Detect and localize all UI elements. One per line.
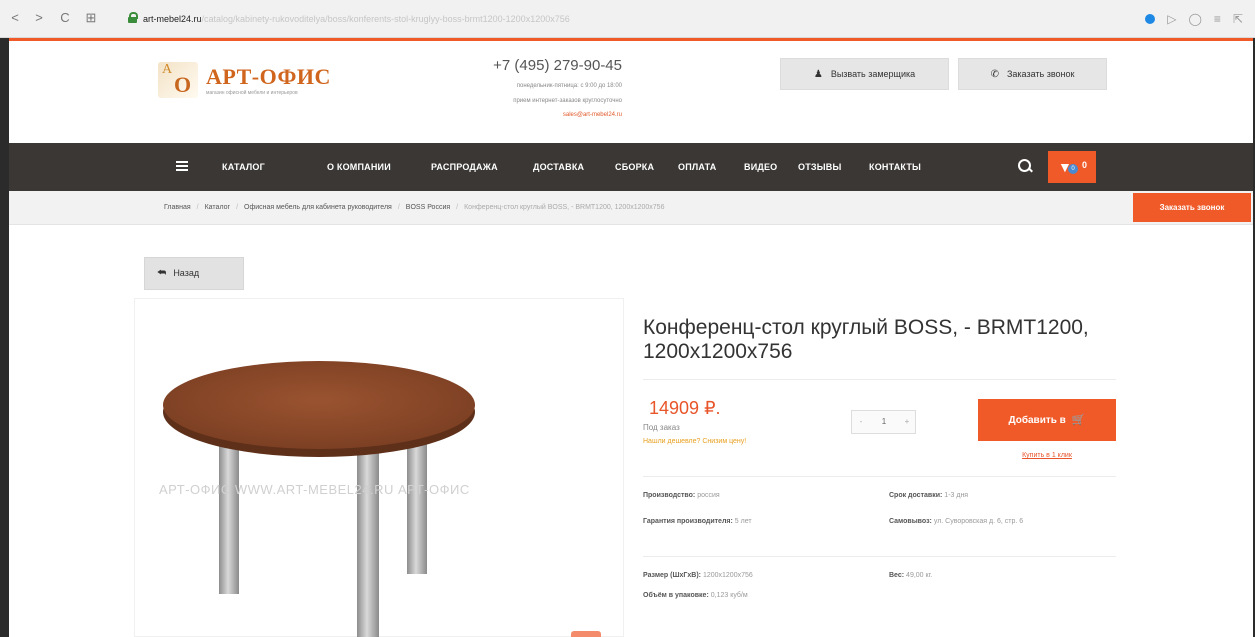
quantity-increase-button[interactable]: + <box>898 411 916 433</box>
nav-item-payment[interactable]: ОПЛАТА <box>678 143 716 191</box>
specs-block-main: Производство: россия Срок доставки: 1-3 … <box>643 477 1116 557</box>
breadcrumb-current: Конференц-стол круглый BOSS, - BRMT1200,… <box>464 204 665 211</box>
buy-one-click-link[interactable]: Купить в 1 клик <box>978 452 1116 459</box>
back-button-label: Назад <box>173 268 200 278</box>
extension-icon[interactable] <box>1145 14 1156 24</box>
price-block: 14909 ₽. Под заказ Нашли дешевле? Снизим… <box>643 379 1116 477</box>
cart-icon: 🛒 <box>1071 414 1086 426</box>
frame-left <box>0 38 9 637</box>
nav-item-catalog[interactable]: КАТАЛОГ <box>222 143 265 191</box>
back-button[interactable]: ⮪ Назад <box>144 257 244 290</box>
call-measurer-label: Вызвать замерщика <box>830 69 916 79</box>
spec-manufacturer: Производство: россия <box>643 492 720 499</box>
site-logo[interactable]: A O АРТ-ОФИС магазин офисной мебели и ин… <box>158 62 368 102</box>
top-accent-rule <box>9 38 1253 41</box>
menu-burger-icon[interactable] <box>176 161 188 171</box>
nav-item-video[interactable]: ВИДЕО <box>744 143 777 191</box>
cart-badge: 0 <box>1068 164 1078 174</box>
nav-item-about[interactable]: О КОМПАНИИ <box>327 143 391 191</box>
breadcrumb-brand[interactable]: BOSS Россия <box>406 204 450 211</box>
browser-toolbar: < > C ⊞ art-mebel24.ru/catalog/kabinety-… <box>0 0 1255 38</box>
order-callback-label: Заказать звонок <box>1006 69 1075 79</box>
nav-item-sale[interactable]: РАСПРОДАЖА <box>431 143 498 191</box>
search-icon[interactable] <box>1017 158 1033 174</box>
quantity-stepper[interactable]: - 1 + <box>851 410 916 434</box>
logo-mark-icon: A O <box>158 62 198 98</box>
menu-icon[interactable]: ≡ <box>1214 12 1221 26</box>
browser-back-icon[interactable]: < <box>6 9 24 27</box>
quantity-decrease-button[interactable]: - <box>852 411 870 433</box>
product-price: 14909 ₽. <box>649 398 721 418</box>
apps-grid-icon[interactable]: ⊞ <box>82 9 100 27</box>
breadcrumb: Главная / Каталог / Офисная мебель для кабин… <box>164 204 665 211</box>
phone-number[interactable]: +7 (495) 279-90-45 <box>437 57 622 74</box>
breadcrumb-category[interactable]: Офисная мебель для кабинета руководителя <box>244 204 392 211</box>
nav-item-assembly[interactable]: СБОРКА <box>615 143 654 191</box>
quantity-value[interactable]: 1 <box>870 411 898 433</box>
email-link[interactable]: sales@art-mebel24.ru <box>414 112 622 118</box>
nav-item-reviews[interactable]: ОТЗЫВЫ <box>798 143 841 191</box>
spec-volume: Объём в упаковке: 0,123 куб/м <box>643 592 748 599</box>
lock-icon <box>128 12 138 23</box>
add-to-cart-button[interactable]: Добавить в 🛒 <box>978 399 1116 441</box>
orders-note: прием интернет-заказов круглосуточно <box>513 98 622 104</box>
table-illustration <box>163 361 475 637</box>
currency-symbol: ₽. <box>704 398 721 418</box>
url-domain: art-mebel24.ru <box>143 14 202 24</box>
product-title: Конференц-стол круглый BOSS, - BRMT1200,… <box>643 316 1089 363</box>
logo-subtitle: магазин офисной мебели и интерьеров <box>206 90 298 96</box>
share-icon[interactable]: ⇱ <box>1233 12 1243 26</box>
add-to-cart-label: Добавить в <box>1008 415 1066 426</box>
call-measurer-button[interactable]: ♟ Вызвать замерщика <box>780 58 949 90</box>
person-icon: ♟ <box>813 69 823 80</box>
reply-arrow-icon: ⮪ <box>157 268 167 279</box>
main-navigation: КАТАЛОГ О КОМПАНИИ РАСПРОДАЖА ДОСТАВКА С… <box>9 143 1253 191</box>
cart-count: 0 <box>1082 160 1088 170</box>
phone-icon: ✆ <box>990 69 999 80</box>
logo-title: АРТ-ОФИС <box>206 64 331 89</box>
browser-right-icons: ▷ ◯ ≡ ⇱ <box>1145 10 1243 28</box>
reload-icon[interactable]: C <box>56 9 74 27</box>
image-watermark: АРТ-ОФИС WWW.ART-MEBEL24.RU АРТ-ОФИС <box>159 482 470 497</box>
url-path: /catalog/kabinety-rukovoditelya/boss/kon… <box>201 14 570 24</box>
address-bar[interactable]: art-mebel24.ru/catalog/kabinety-rukovodi… <box>143 9 1093 29</box>
spec-weight: Вес: 49,00 кг. <box>889 572 933 579</box>
breadcrumb-home[interactable]: Главная <box>164 204 191 211</box>
product-image[interactable]: АРТ-ОФИС WWW.ART-MEBEL24.RU АРТ-ОФИС <box>134 298 624 637</box>
play-icon[interactable]: ▷ <box>1167 12 1176 26</box>
nav-item-delivery[interactable]: ДОСТАВКА <box>533 143 584 191</box>
found-cheaper-link[interactable]: Нашли дешевле? Снизим цену! <box>643 438 746 445</box>
order-callback-button[interactable]: ✆ Заказать звонок <box>958 58 1107 90</box>
image-zoom-tab[interactable] <box>571 631 601 637</box>
floating-callback-button[interactable]: Заказать звонок <box>1133 193 1251 222</box>
spec-size: Размер (ШхГхВ): 1200x1200x756 <box>643 572 753 579</box>
breadcrumb-catalog[interactable]: Каталог <box>205 204 230 211</box>
breadcrumb-bar: Главная / Каталог / Офисная мебель для кабин… <box>9 191 1253 225</box>
spec-pickup: Самовывоз: ул. Суворовская д. 6, стр. 6 <box>889 518 1024 525</box>
spec-delivery: Срок доставки: 1-3 дня <box>889 492 969 499</box>
working-hours: понедельник-пятница: с 9:00 до 18:00 <box>516 83 622 89</box>
circle-icon[interactable]: ◯ <box>1188 12 1201 26</box>
spec-warranty: Гарантия производителя: 5 лет <box>643 518 752 525</box>
stock-status: Под заказ <box>643 423 680 432</box>
nav-item-contacts[interactable]: КОНТАКТЫ <box>869 143 921 191</box>
cart-button[interactable]: ▼ 0 0 <box>1048 151 1096 183</box>
browser-forward-icon[interactable]: > <box>30 9 48 27</box>
specs-block-dimensions: Размер (ШхГхВ): 1200x1200x756 Вес: 49,00… <box>643 557 1116 627</box>
